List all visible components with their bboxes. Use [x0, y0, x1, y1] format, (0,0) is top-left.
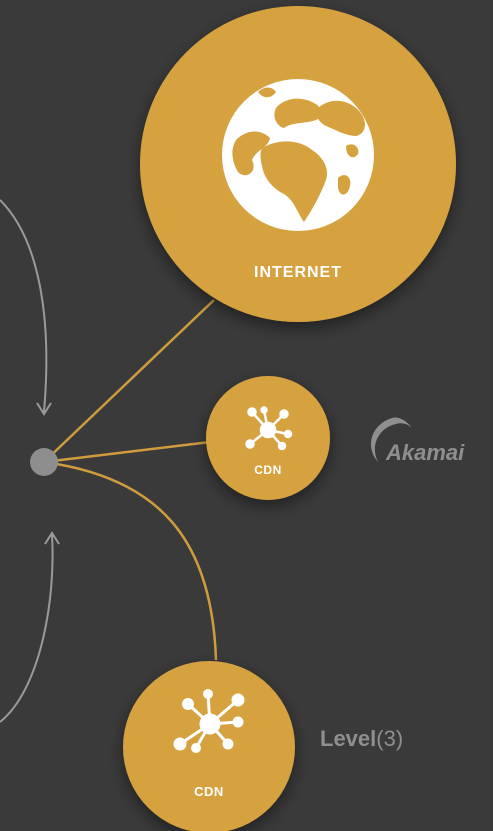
incoming-arrow-bottom: [0, 534, 54, 723]
connector-internet: [43, 299, 215, 463]
connector-cdn-akamai: [43, 440, 211, 464]
cdn-akamai-label: CDN: [254, 463, 282, 477]
internet-label: INTERNET: [254, 264, 342, 281]
connector-cdn-level3: [43, 460, 218, 661]
cdn-level3-label: CDN: [194, 784, 224, 799]
hub-node: [30, 448, 58, 476]
level3-brand-name: Level: [320, 726, 376, 751]
cdn-node-akamai[interactable]: CDN: [206, 376, 330, 500]
level3-logo: Level(3): [320, 726, 403, 751]
svg-text:Level(3): Level(3): [320, 726, 403, 751]
akamai-logo: Akamai: [370, 417, 465, 465]
internet-node[interactable]: INTERNET: [140, 6, 456, 322]
akamai-brand-name: Akamai: [385, 440, 465, 465]
incoming-arrow-top: [0, 199, 48, 413]
level3-brand-suffix: (3): [376, 726, 403, 751]
network-diagram: INTERNET CDN CDN Akamai Level(3): [0, 6, 465, 831]
cdn-node-level3[interactable]: CDN: [123, 661, 295, 831]
globe-icon: [222, 79, 374, 231]
